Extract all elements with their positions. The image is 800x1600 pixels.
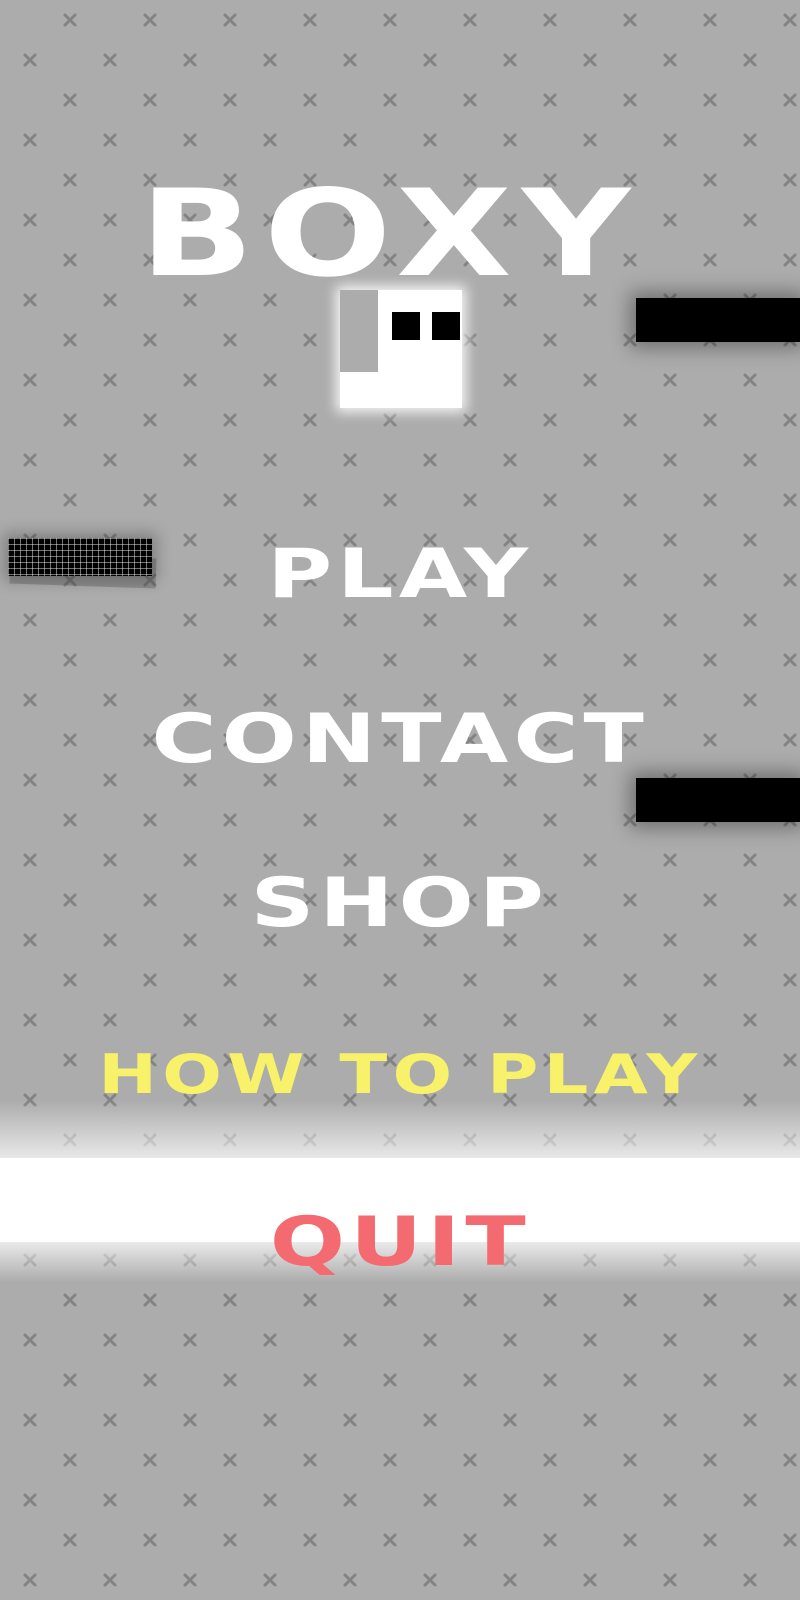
obstacle-bar xyxy=(636,298,800,342)
boxy-left-eye xyxy=(392,312,420,340)
boxy-notch xyxy=(340,290,378,372)
play-label: PLAY xyxy=(267,535,533,614)
contact-button[interactable]: CONTACT xyxy=(0,700,800,780)
contact-label: CONTACT xyxy=(151,700,649,779)
how-to-play-label: HOW TO PLAY xyxy=(97,1043,703,1106)
shop-label: SHOP xyxy=(250,864,550,943)
boxy-character xyxy=(340,290,462,408)
shop-button[interactable]: SHOP xyxy=(0,864,800,944)
boxy-right-eye xyxy=(432,312,460,340)
obstacle-bar xyxy=(636,778,800,822)
play-button[interactable]: PLAY xyxy=(0,535,800,615)
how-to-play-button[interactable]: HOW TO PLAY xyxy=(0,1040,800,1110)
game-title: BOXY xyxy=(139,165,641,304)
quit-label: QUIT xyxy=(269,1203,531,1282)
quit-button[interactable]: QUIT xyxy=(0,1203,800,1283)
